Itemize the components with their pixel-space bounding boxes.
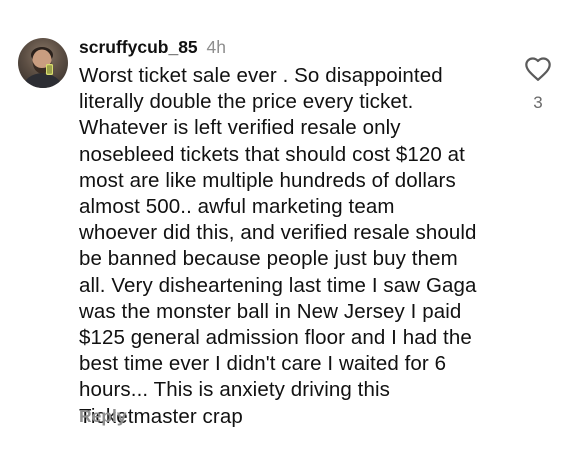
comment-text: Worst ticket sale ever . So disappointed… (79, 64, 477, 428)
like-count: 3 (533, 93, 543, 112)
avatar-photo (22, 47, 64, 88)
heart-outline-icon[interactable] (524, 56, 552, 82)
reply-button[interactable]: Reply (79, 406, 127, 427)
timestamp: 4h (206, 37, 227, 57)
username-link[interactable]: scruffycub_85 (79, 37, 198, 57)
avatar[interactable] (18, 38, 68, 88)
comment-header: scruffycub_85 4h (79, 36, 226, 58)
comment: scruffycub_85 4h Worst ticket sale ever … (0, 0, 579, 467)
like-area: 3 (521, 56, 555, 113)
